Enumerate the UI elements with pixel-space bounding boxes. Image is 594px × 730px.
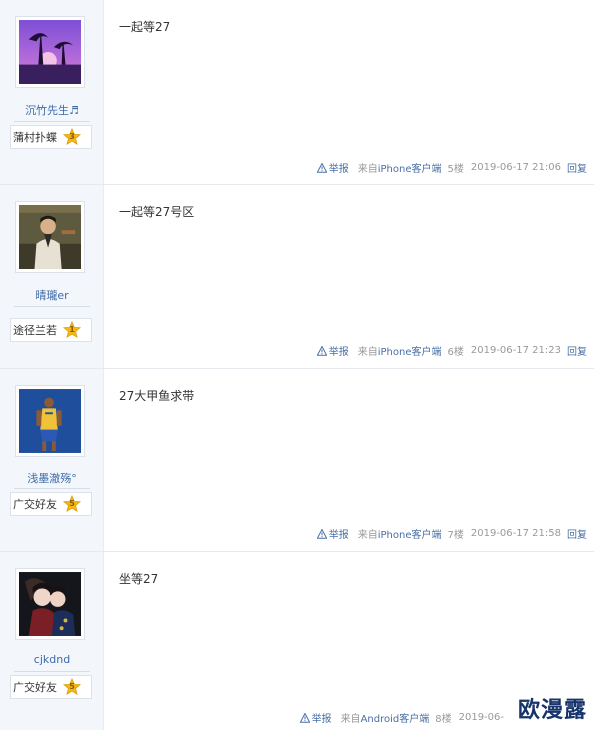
divider bbox=[14, 306, 90, 307]
user-panel: 浅墨澈殇° 广交好友 5 bbox=[0, 369, 104, 551]
star-badge-icon: 5 bbox=[63, 495, 81, 513]
post-source: 来自iPhone客户端 bbox=[358, 160, 442, 175]
avatar[interactable] bbox=[15, 201, 85, 273]
warning-triangle-icon bbox=[316, 528, 327, 539]
post-meta: 举报 来自Android客户端 8楼 2019-06- bbox=[299, 710, 510, 725]
warning-triangle-icon bbox=[316, 345, 327, 356]
star-badge-icon: 3 bbox=[63, 128, 81, 146]
report-label: 举报 bbox=[328, 164, 349, 175]
post-source: 来自iPhone客户端 bbox=[358, 526, 442, 541]
level-badge[interactable]: 广交好友 5 bbox=[10, 492, 92, 516]
report-label: 举报 bbox=[328, 530, 349, 541]
source-prefix: 来自 bbox=[357, 164, 378, 175]
reply-button[interactable]: 回复 bbox=[567, 343, 587, 358]
post-source: 来自iPhone客户端 bbox=[358, 343, 442, 358]
post-meta: 举报 来自iPhone客户端 7楼 2019-06-17 21:58 回复 bbox=[316, 526, 587, 541]
post: 沉竹先生♬ 蒲村扑蝶 3 一起等27 举报 来自iPhone客户端 5楼 201… bbox=[0, 0, 594, 185]
post-meta: 举报 来自iPhone客户端 6楼 2019-06-17 21:23 回复 bbox=[316, 343, 587, 358]
post-time: 2019-06-17 21:23 bbox=[470, 345, 561, 356]
username[interactable]: cjkdnd bbox=[0, 653, 104, 666]
level-title: 蒲村扑蝶 bbox=[13, 131, 57, 144]
divider bbox=[14, 488, 90, 489]
post-content: 一起等27号区 bbox=[119, 205, 195, 219]
avatar-image bbox=[19, 389, 81, 453]
floor-number: 8楼 bbox=[435, 714, 452, 725]
level-number: 5 bbox=[69, 499, 75, 508]
avatar-image bbox=[19, 572, 81, 636]
username[interactable]: 浅墨澈殇° bbox=[0, 470, 104, 486]
level-badge[interactable]: 广交好友 5 bbox=[10, 675, 92, 699]
reply-button[interactable]: 回复 bbox=[567, 526, 587, 541]
avatar[interactable] bbox=[15, 568, 85, 640]
watermark: 欧漫露 bbox=[514, 692, 590, 724]
report-button[interactable]: 举报 bbox=[316, 343, 349, 358]
source-prefix: 来自 bbox=[340, 714, 361, 725]
floor-number: 6楼 bbox=[447, 347, 464, 358]
star-badge-icon: 5 bbox=[63, 678, 81, 696]
user-panel: 晴瓏er 途径兰若 1 bbox=[0, 185, 104, 368]
report-button[interactable]: 举报 bbox=[316, 160, 349, 175]
divider bbox=[14, 121, 90, 122]
level-title: 途径兰若 bbox=[13, 324, 57, 337]
username[interactable]: 晴瓏er bbox=[0, 287, 104, 303]
level-title: 广交好友 bbox=[13, 681, 57, 694]
reply-button[interactable]: 回复 bbox=[567, 160, 587, 175]
floor-number: 5楼 bbox=[447, 164, 464, 175]
floor-number: 7楼 bbox=[447, 530, 464, 541]
level-badge[interactable]: 蒲村扑蝶 3 bbox=[10, 125, 92, 149]
report-button[interactable]: 举报 bbox=[316, 526, 349, 541]
source-device[interactable]: iPhone客户端 bbox=[378, 347, 442, 358]
avatar-image bbox=[19, 205, 81, 269]
level-number: 1 bbox=[69, 325, 75, 334]
warning-triangle-icon bbox=[299, 712, 310, 723]
source-prefix: 来自 bbox=[357, 347, 378, 358]
post-source: 来自Android客户端 bbox=[341, 710, 430, 725]
post: 浅墨澈殇° 广交好友 5 27大甲鱼求带 举报 来自iPhone客户端 7楼 2… bbox=[0, 369, 594, 552]
username[interactable]: 沉竹先生♬ bbox=[0, 102, 104, 118]
post-meta: 举报 来自iPhone客户端 5楼 2019-06-17 21:06 回复 bbox=[316, 160, 587, 175]
post-time: 2019-06-17 21:58 bbox=[470, 528, 561, 539]
level-number: 5 bbox=[69, 682, 75, 691]
user-panel: 沉竹先生♬ 蒲村扑蝶 3 bbox=[0, 0, 104, 184]
avatar[interactable] bbox=[15, 16, 85, 88]
warning-triangle-icon bbox=[316, 162, 327, 173]
post-time: 2019-06- bbox=[458, 712, 504, 723]
source-prefix: 来自 bbox=[357, 530, 378, 541]
source-device[interactable]: iPhone客户端 bbox=[378, 164, 442, 175]
post-content: 一起等27 bbox=[119, 20, 171, 34]
post-content: 坐等27 bbox=[119, 572, 159, 586]
source-device[interactable]: iPhone客户端 bbox=[378, 530, 442, 541]
user-panel: cjkdnd 广交好友 5 bbox=[0, 552, 104, 730]
thread: 沉竹先生♬ 蒲村扑蝶 3 一起等27 举报 来自iPhone客户端 5楼 201… bbox=[0, 0, 594, 730]
level-badge[interactable]: 途径兰若 1 bbox=[10, 318, 92, 342]
post: 晴瓏er 途径兰若 1 一起等27号区 举报 来自iPhone客户端 6楼 20… bbox=[0, 185, 594, 369]
source-device[interactable]: Android客户端 bbox=[361, 714, 430, 725]
avatar-image bbox=[19, 20, 81, 84]
star-badge-icon: 1 bbox=[63, 321, 81, 339]
post: cjkdnd 广交好友 5 坐等27 举报 来自Android客户端 8楼 20… bbox=[0, 552, 594, 730]
report-label: 举报 bbox=[328, 347, 349, 358]
divider bbox=[14, 671, 90, 672]
post-time: 2019-06-17 21:06 bbox=[470, 162, 561, 173]
report-button[interactable]: 举报 bbox=[299, 710, 332, 725]
level-title: 广交好友 bbox=[13, 498, 57, 511]
post-content: 27大甲鱼求带 bbox=[119, 389, 195, 403]
avatar[interactable] bbox=[15, 385, 85, 457]
report-label: 举报 bbox=[311, 714, 332, 725]
level-number: 3 bbox=[69, 132, 75, 141]
